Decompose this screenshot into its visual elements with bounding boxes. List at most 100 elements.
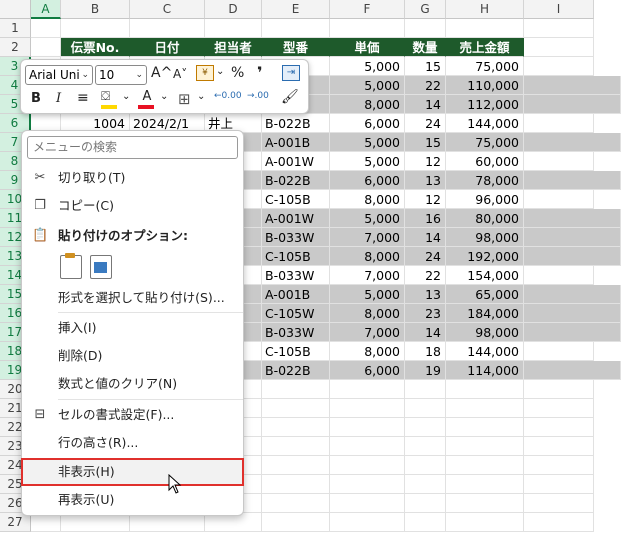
table-cell-amount[interactable]: 110,000 [446,76,524,95]
table-cell-price[interactable]: 5,000 [330,57,405,76]
grid-cell[interactable] [446,418,524,437]
table-cell-amount[interactable]: 78,000 [446,171,524,190]
table-cell-price[interactable]: 8,000 [330,342,405,361]
grid-cell[interactable] [524,437,594,456]
table-cell-model[interactable]: B-033W [262,266,330,285]
grid-cell[interactable] [262,437,330,456]
table-cell-qty[interactable]: 14 [405,323,446,342]
row-header[interactable]: 2 [0,38,31,57]
table-cell-price[interactable]: 6,000 [330,171,405,190]
menu-search-input[interactable]: メニューの検索 [27,136,238,159]
column-header-b[interactable]: B [61,0,130,19]
grid-cell[interactable] [446,494,524,513]
grid-cell[interactable] [524,342,594,361]
table-cell-amount[interactable]: 65,000 [446,285,524,304]
grid-cell[interactable] [524,209,621,228]
grid-cell[interactable] [405,456,446,475]
grid-cell[interactable] [130,19,205,38]
table-cell-price[interactable]: 8,000 [330,190,405,209]
grid-cell[interactable] [405,19,446,38]
table-cell-qty[interactable]: 16 [405,209,446,228]
grid-cell[interactable] [330,475,405,494]
grid-cell[interactable] [405,437,446,456]
menu-item-format-cells[interactable]: ⊟ セルの書式設定(F)... [22,402,243,428]
grid-cell[interactable] [405,399,446,418]
bold-button[interactable]: B [31,91,41,106]
decrease-decimal-button[interactable]: →.00 [247,91,269,101]
table-cell-amount[interactable]: 75,000 [446,133,524,152]
grid-cell[interactable] [524,228,621,247]
grid-cell[interactable] [524,19,594,38]
table-cell-qty[interactable]: 15 [405,133,446,152]
table-cell-qty[interactable]: 19 [405,361,446,380]
table-cell-amount[interactable]: 60,000 [446,152,524,171]
grid-cell[interactable] [262,418,330,437]
column-header-c[interactable]: C [130,0,205,19]
table-cell-qty[interactable]: 15 [405,57,446,76]
menu-item-cut[interactable]: ✂ 切り取り(T) [22,165,243,191]
font-size-combo[interactable]: 10 ⌄ [95,65,147,85]
grid-cell[interactable] [262,513,330,532]
table-cell-amount[interactable]: 80,000 [446,209,524,228]
grid-cell[interactable] [446,437,524,456]
grid-cell[interactable] [446,19,524,38]
table-cell-model[interactable]: B-033W [262,228,330,247]
table-header-cell[interactable]: 売上金額 [446,38,524,57]
borders-button[interactable]: ⊞ [178,90,191,108]
fill-color-button[interactable]: ⛋ [101,89,119,109]
table-cell-amount[interactable]: 144,000 [446,342,524,361]
grid-cell[interactable] [446,456,524,475]
grid-cell[interactable] [446,475,524,494]
grid-cell[interactable] [31,19,61,38]
column-header-d[interactable]: D [205,0,262,19]
table-cell-amount[interactable]: 114,000 [446,361,524,380]
table-header-cell[interactable]: 日付 [130,38,205,57]
grid-cell[interactable] [262,380,330,399]
chevron-down-icon[interactable]: ⌄ [216,66,224,77]
percent-button[interactable]: % [231,65,244,81]
table-cell-qty[interactable]: 18 [405,342,446,361]
grid-cell[interactable] [524,380,594,399]
grid-cell[interactable] [524,171,621,190]
table-cell-qty[interactable]: 14 [405,95,446,114]
select-all-corner[interactable] [0,0,31,19]
table-cell-price[interactable]: 5,000 [330,133,405,152]
table-cell-qty[interactable]: 22 [405,76,446,95]
grid-cell[interactable] [205,19,262,38]
table-header-cell[interactable]: 数量 [405,38,446,57]
table-header-cell[interactable]: 単価 [330,38,405,57]
grid-cell[interactable] [330,437,405,456]
table-cell-qty[interactable]: 22 [405,266,446,285]
table-cell-amount[interactable]: 192,000 [446,247,524,266]
table-cell-model[interactable]: A-001W [262,209,330,228]
table-cell-amount[interactable]: 112,000 [446,95,524,114]
menu-item-row-height[interactable]: 行の高さ(R)... [22,430,243,456]
grid-cell[interactable] [262,456,330,475]
grid-cell[interactable] [405,418,446,437]
grid-cell[interactable] [524,152,594,171]
table-cell-price[interactable]: 7,000 [330,266,405,285]
grid-cell[interactable] [524,247,621,266]
menu-item-delete[interactable]: 削除(D) [22,343,243,369]
grid-cell[interactable] [262,494,330,513]
column-header-a[interactable]: A [31,0,61,19]
paste-as-picture-button[interactable] [90,255,112,279]
row-header[interactable]: 1 [0,19,31,38]
table-cell-model[interactable]: B-033W [262,323,330,342]
menu-item-clear-contents[interactable]: 数式と値のクリア(N) [22,371,243,397]
grow-font-button[interactable]: A^ [151,65,172,81]
table-cell-price[interactable]: 6,000 [330,114,405,133]
table-cell-model[interactable]: B-022B [262,361,330,380]
grid-cell[interactable] [330,399,405,418]
grid-cell[interactable] [524,38,594,57]
table-cell-qty[interactable]: 12 [405,152,446,171]
table-cell-model[interactable]: C-105B [262,247,330,266]
column-header-e[interactable]: E [262,0,330,19]
format-painter-button[interactable]: 🖌 [281,89,299,105]
table-cell-model[interactable]: C-105W [262,304,330,323]
table-header-cell[interactable]: 型番 [262,38,330,57]
table-cell-price[interactable]: 5,000 [330,209,405,228]
grid-cell[interactable] [524,114,594,133]
grid-cell[interactable] [524,95,621,114]
comma-style-button[interactable]: ❜ [257,63,263,82]
